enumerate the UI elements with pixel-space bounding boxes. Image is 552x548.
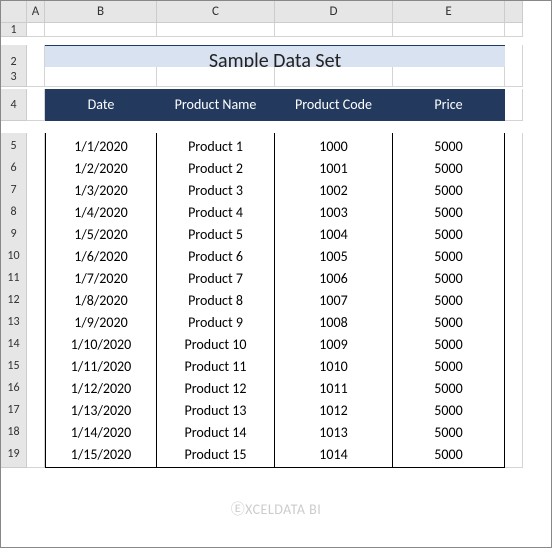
- col-header-d[interactable]: D: [275, 1, 393, 23]
- table-header-price[interactable]: Price: [393, 89, 505, 121]
- watermark-text: ⒺXCELDATA BI: [231, 499, 322, 519]
- cell[interactable]: [27, 23, 45, 37]
- table-cell-date[interactable]: 1/15/2020: [45, 441, 157, 468]
- cell[interactable]: [505, 89, 523, 121]
- cell[interactable]: [157, 23, 275, 37]
- cell[interactable]: [393, 67, 505, 87]
- cell[interactable]: [45, 67, 157, 87]
- col-header-c[interactable]: C: [157, 1, 275, 23]
- cell[interactable]: [275, 23, 393, 37]
- table-header-code[interactable]: Product Code: [275, 89, 393, 121]
- table-cell-code[interactable]: 1014: [275, 441, 393, 468]
- row-header[interactable]: 19: [1, 441, 27, 468]
- cell[interactable]: [505, 441, 523, 468]
- col-header-b[interactable]: B: [45, 1, 157, 23]
- cell[interactable]: [27, 89, 45, 121]
- col-header-a[interactable]: A: [27, 1, 45, 23]
- cell[interactable]: [45, 23, 157, 37]
- cell[interactable]: [275, 67, 393, 87]
- cell[interactable]: [505, 67, 523, 87]
- table-header-name[interactable]: Product Name: [157, 89, 275, 121]
- cell[interactable]: [157, 67, 275, 87]
- cell[interactable]: [27, 441, 45, 468]
- cell[interactable]: [505, 23, 523, 37]
- row-header[interactable]: 4: [1, 89, 27, 121]
- row-header[interactable]: 1: [1, 23, 27, 37]
- table-cell-price[interactable]: 5000: [393, 441, 505, 468]
- table-cell-name[interactable]: Product 15: [157, 441, 275, 468]
- table-header-date[interactable]: Date: [45, 89, 157, 121]
- cell[interactable]: [27, 67, 45, 87]
- col-header-e[interactable]: E: [393, 1, 505, 23]
- spreadsheet-grid[interactable]: A B C D E 1 2 Sample Data Set 3 4 Date P…: [1, 1, 551, 463]
- corner-cell[interactable]: [1, 1, 27, 23]
- row-header[interactable]: 3: [1, 67, 27, 87]
- col-header-blank[interactable]: [505, 1, 523, 23]
- cell[interactable]: [393, 23, 505, 37]
